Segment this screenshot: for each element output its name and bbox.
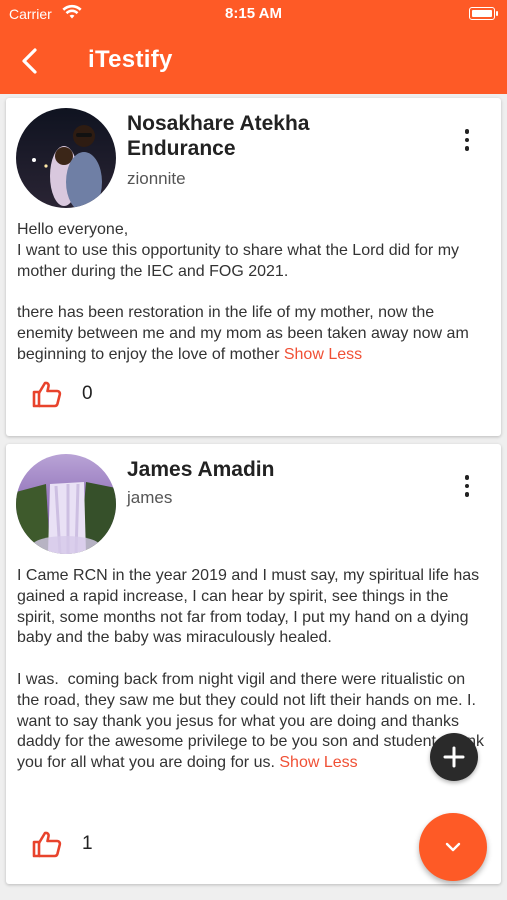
nav-bar: iTestify xyxy=(0,30,507,94)
app-header: Carrier 8:15 AM iTestify xyxy=(0,0,507,94)
avatar[interactable] xyxy=(16,454,116,554)
post-body: Hello everyone, I want to use this oppor… xyxy=(17,220,487,366)
post-text: Hello everyone, I want to use this oppor… xyxy=(17,221,469,363)
post-card: Nosakhare Atekha Endurance zionnite Hell… xyxy=(6,98,501,436)
author-username: james xyxy=(127,488,173,507)
more-vertical-icon[interactable] xyxy=(455,472,479,500)
page-title: iTestify xyxy=(88,46,173,73)
thumbs-up-icon[interactable] xyxy=(32,830,62,858)
post-body: I Came RCN in the year 2019 and I must s… xyxy=(17,566,487,774)
author-username: zionnite xyxy=(127,169,186,188)
avatar[interactable] xyxy=(16,108,116,208)
author-name[interactable]: James Amadin xyxy=(127,457,387,482)
like-count: 0 xyxy=(82,383,93,404)
show-less-link[interactable]: Show Less xyxy=(279,754,357,771)
chevron-down-icon xyxy=(445,842,461,852)
status-bar: Carrier 8:15 AM xyxy=(0,0,507,30)
more-vertical-icon[interactable] xyxy=(455,126,479,154)
like-row: 0 xyxy=(32,380,93,408)
back-button[interactable] xyxy=(14,43,44,79)
plus-icon xyxy=(443,746,465,768)
author-name[interactable]: Nosakhare Atekha Endurance xyxy=(127,111,387,161)
show-less-link[interactable]: Show Less xyxy=(284,346,362,363)
post-card: James Amadin james I Came RCN in the yea… xyxy=(6,444,501,884)
battery-icon xyxy=(469,7,498,20)
chevron-left-icon xyxy=(22,48,37,74)
like-count: 1 xyxy=(82,833,93,854)
like-row: 1 xyxy=(32,830,93,858)
add-testimony-button[interactable] xyxy=(430,733,478,781)
thumbs-up-icon[interactable] xyxy=(32,380,62,408)
scroll-down-button[interactable] xyxy=(419,813,487,881)
clock: 8:15 AM xyxy=(225,5,282,22)
post-text: I Came RCN in the year 2019 and I must s… xyxy=(17,567,484,772)
